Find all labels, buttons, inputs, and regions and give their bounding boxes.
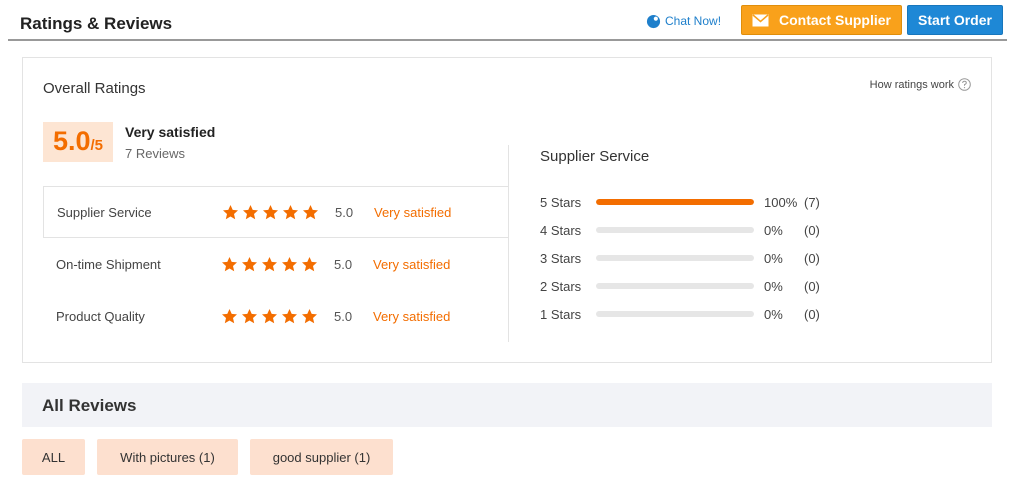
- rating-row-value: 5.0: [334, 308, 353, 324]
- distribution-count: (0): [804, 278, 820, 294]
- question-icon: [958, 78, 971, 91]
- star-icon: [302, 308, 317, 323]
- distribution-row: 4 Stars 0% (0): [540, 220, 820, 240]
- star-icon: [262, 308, 277, 323]
- distribution-row: 1 Stars 0% (0): [540, 304, 820, 324]
- distribution-row: 5 Stars 100% (7): [540, 192, 820, 212]
- overall-satisfaction: Very satisfied: [125, 124, 216, 140]
- rating-row-supplier-service[interactable]: Supplier Service 5.0 Very satisfied: [43, 186, 508, 238]
- distribution-label: 4 Stars: [540, 222, 582, 238]
- distribution-bar: [596, 283, 754, 289]
- filter-chip-good-supplier[interactable]: good supplier (1): [250, 439, 393, 475]
- star-icon: [283, 204, 298, 219]
- rating-row-desc: Very satisfied: [374, 204, 452, 220]
- star-icon: [282, 256, 297, 271]
- rating-row-label: On-time Shipment: [56, 256, 161, 272]
- rating-row-on-time-shipment[interactable]: On-time Shipment 5.0 Very satisfied: [43, 238, 508, 290]
- distribution-percent: 0%: [764, 222, 783, 238]
- how-ratings-work-label: How ratings work: [869, 78, 954, 91]
- rating-row-label: Product Quality: [56, 308, 145, 324]
- star-icon: [242, 308, 257, 323]
- distribution-bar: [596, 255, 754, 261]
- distribution-count: (0): [804, 250, 820, 266]
- distribution-bar: [596, 199, 754, 205]
- star-rating: [222, 204, 319, 221]
- overall-ratings-title: Overall Ratings: [43, 80, 146, 97]
- distribution-percent: 100%: [764, 194, 798, 210]
- star-icon: [262, 256, 277, 271]
- star-rating: [221, 308, 318, 325]
- star-icon: [263, 204, 278, 219]
- overall-score: 5.0: [52, 126, 91, 156]
- distribution-bar-fill: [596, 199, 754, 205]
- rating-row-product-quality[interactable]: Product Quality 5.0 Very satisfied: [43, 290, 508, 342]
- rating-row-desc: Very satisfied: [373, 256, 451, 272]
- distribution-percent: 0%: [764, 278, 783, 294]
- distribution-row: 3 Stars 0% (0): [540, 248, 820, 268]
- all-reviews-title: All Reviews: [42, 396, 137, 415]
- distribution-label: 1 Stars: [540, 306, 582, 322]
- distribution-row: 2 Stars 0% (0): [540, 276, 820, 296]
- how-ratings-work-link[interactable]: How ratings work: [870, 78, 971, 91]
- distribution-count: (0): [804, 222, 820, 238]
- distribution-label: 5 Stars: [540, 194, 582, 210]
- contact-supplier-button[interactable]: Contact Supplier: [741, 5, 902, 35]
- star-icon: [282, 308, 297, 323]
- rating-row-value: 5.0: [335, 204, 354, 220]
- star-icon: [222, 308, 237, 323]
- star-icon: [303, 204, 318, 219]
- rating-row-value: 5.0: [334, 256, 353, 272]
- star-icon: [243, 204, 258, 219]
- all-reviews-header: All Reviews: [22, 383, 992, 427]
- star-icon: [302, 256, 317, 271]
- filter-chip-all[interactable]: ALL: [22, 439, 85, 475]
- distribution-bar: [596, 311, 754, 317]
- filter-chip-with-pictures[interactable]: With pictures (1): [97, 439, 238, 475]
- distribution-label: 3 Stars: [540, 250, 582, 266]
- reviews-count: 7 Reviews: [125, 146, 185, 161]
- distribution-count: (7): [804, 194, 820, 210]
- chat-icon: [646, 14, 661, 28]
- distribution-percent: 0%: [764, 250, 783, 266]
- overall-score-badge: 5.0 /5: [43, 122, 113, 162]
- start-order-button[interactable]: Start Order: [907, 5, 1003, 35]
- distribution-percent: 0%: [764, 306, 783, 322]
- distribution-label: 2 Stars: [540, 278, 582, 294]
- chat-now-link[interactable]: Chat Now!: [646, 12, 721, 30]
- vertical-divider: [508, 145, 509, 342]
- mail-icon: [752, 13, 769, 26]
- overall-score-suffix: /5: [90, 137, 104, 154]
- ratings-panel: Overall Ratings How ratings work 5.0 /5 …: [22, 57, 992, 363]
- page-header: Ratings & Reviews Chat Now! Contact Supp…: [8, 0, 1007, 41]
- star-icon: [223, 204, 238, 219]
- rating-row-label: Supplier Service: [57, 204, 152, 220]
- service-breakdown-title: Supplier Service: [540, 148, 650, 165]
- rating-row-desc: Very satisfied: [373, 308, 451, 324]
- star-icon: [222, 256, 237, 271]
- page-title: Ratings & Reviews: [20, 14, 173, 33]
- distribution-bar: [596, 227, 754, 233]
- star-rating: [221, 256, 318, 273]
- chat-now-label: Chat Now!: [665, 14, 722, 28]
- contact-supplier-label: Contact Supplier: [778, 12, 891, 28]
- distribution-count: (0): [804, 306, 820, 322]
- star-icon: [242, 256, 257, 271]
